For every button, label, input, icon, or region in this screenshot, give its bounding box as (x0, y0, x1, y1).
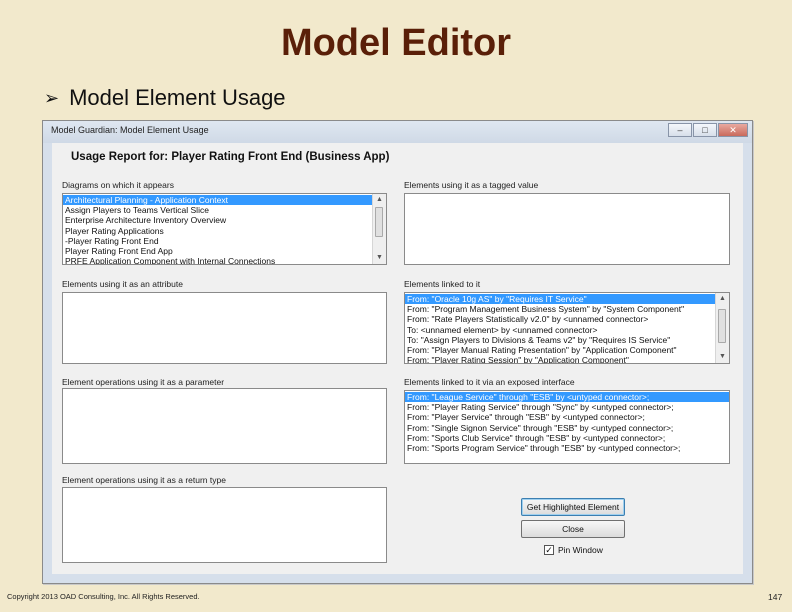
list-item[interactable]: To: "Assign Players to Divisions & Teams… (405, 335, 715, 345)
list-item[interactable]: From: "Oracle 10g AS" by "Requires IT Se… (405, 294, 715, 305)
slide-title: Model Editor (280, 22, 512, 64)
tagged-value-label: Elements using it as a tagged value (404, 180, 539, 190)
return-type-label: Element operations using it as a return … (62, 475, 226, 485)
list-item[interactable]: From: "Player Rating Service" through "S… (405, 402, 729, 412)
interface-list-items: From: "League Service" through "ESB" by … (405, 392, 729, 453)
scroll-thumb[interactable] (375, 207, 383, 237)
close-button[interactable]: Close (521, 520, 625, 538)
attribute-list[interactable] (62, 292, 387, 364)
list-item[interactable]: From: "Player Manual Rating Presentation… (405, 345, 715, 355)
arrowhead-bullet-icon: ➢ (44, 87, 60, 108)
get-highlighted-element-button[interactable]: Get Highlighted Element (521, 498, 625, 516)
page-number: 147 (768, 592, 783, 602)
close-window-button[interactable]: ✕ (718, 123, 748, 137)
scroll-thumb[interactable] (718, 309, 726, 343)
pin-window-checkbox[interactable]: ✓ (544, 545, 554, 555)
return-type-list[interactable] (62, 487, 387, 563)
interface-label: Elements linked to it via an exposed int… (404, 377, 575, 387)
interface-list[interactable]: From: "League Service" through "ESB" by … (404, 390, 730, 464)
list-item[interactable]: Assign Players to Teams Vertical Slice (63, 205, 372, 215)
list-item[interactable]: PRFE Application Component with Internal… (63, 256, 372, 264)
pin-window-label: Pin Window (558, 545, 603, 555)
list-item[interactable]: From: "Single Signon Service" through "E… (405, 423, 729, 433)
copyright-footer: Copyright 2013 OAD Consulting, Inc. All … (7, 592, 200, 601)
linked-label: Elements linked to it (404, 279, 481, 289)
list-item[interactable]: -Player Rating Front End (63, 236, 372, 246)
report-header: Usage Report for: Player Rating Front En… (71, 151, 390, 163)
window-frame-right (743, 143, 752, 583)
scroll-up-icon[interactable]: ▲ (716, 293, 729, 305)
bullet-text: Model Element Usage (69, 85, 286, 110)
list-item[interactable]: To: <unnamed element> by <unnamed connec… (405, 325, 715, 335)
list-item[interactable]: Player Rating Applications (63, 226, 372, 236)
window-client-area: Usage Report for: Player Rating Front En… (52, 143, 743, 574)
list-item[interactable]: From: "Sports Program Service" through "… (405, 443, 729, 453)
scroll-down-icon[interactable]: ▼ (373, 252, 386, 264)
model-element-usage-window: Model Guardian: Model Element Usage – □ … (42, 120, 753, 584)
diagrams-scrollbar[interactable]: ▲ ▼ (372, 194, 386, 264)
list-item[interactable]: From: "Sports Club Service" through "ESB… (405, 433, 729, 443)
diagrams-list-items: Architectural Planning - Application Con… (63, 195, 372, 264)
attribute-label: Elements using it as an attribute (62, 279, 183, 289)
list-item[interactable]: Architectural Planning - Application Con… (63, 195, 372, 206)
list-item[interactable]: Enterprise Architecture Inventory Overvi… (63, 215, 372, 225)
list-item[interactable]: From: "Rate Players Statistically v2.0" … (405, 314, 715, 324)
minimize-button[interactable]: – (668, 123, 692, 137)
diagrams-list[interactable]: Architectural Planning - Application Con… (62, 193, 387, 265)
list-item[interactable]: Player Rating Front End App (63, 246, 372, 256)
window-frame-bottom (43, 574, 752, 583)
linked-list[interactable]: From: "Oracle 10g AS" by "Requires IT Se… (404, 292, 730, 364)
window-title: Model Guardian: Model Element Usage (51, 125, 209, 135)
window-frame-left (43, 143, 52, 583)
parameter-label: Element operations using it as a paramet… (62, 377, 225, 387)
scroll-down-icon[interactable]: ▼ (716, 351, 729, 363)
linked-scrollbar[interactable]: ▲ ▼ (715, 293, 729, 363)
window-controls: – □ ✕ (667, 123, 748, 137)
tagged-value-list[interactable] (404, 193, 730, 265)
linked-list-items: From: "Oracle 10g AS" by "Requires IT Se… (405, 294, 715, 363)
list-item[interactable]: From: "Player Rating Session" by "Applic… (405, 355, 715, 363)
diagrams-label: Diagrams on which it appears (62, 180, 174, 190)
list-item[interactable]: From: "Player Service" through "ESB" by … (405, 412, 729, 422)
list-item[interactable]: From: "League Service" through "ESB" by … (405, 392, 729, 403)
pin-window-row[interactable]: ✓ Pin Window (544, 545, 603, 555)
list-item[interactable]: From: "Program Management Business Syste… (405, 304, 715, 314)
maximize-button[interactable]: □ (693, 123, 717, 137)
bullet-row: ➢ Model Element Usage (44, 84, 286, 112)
parameter-list[interactable] (62, 388, 387, 464)
scroll-up-icon[interactable]: ▲ (373, 194, 386, 206)
window-title-bar[interactable]: Model Guardian: Model Element Usage – □ … (43, 121, 752, 143)
